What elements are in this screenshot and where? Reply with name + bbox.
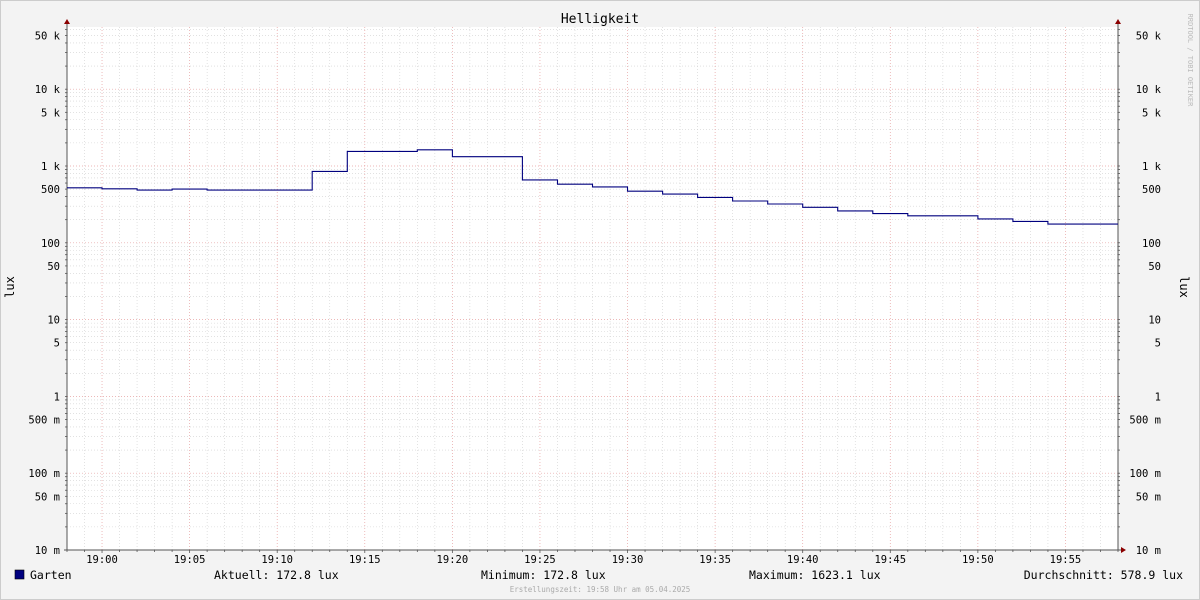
x-tick-label: 19:10	[261, 554, 293, 566]
y-tick-label-right: 500 m	[1129, 415, 1161, 427]
x-tick-label: 19:15	[349, 554, 381, 566]
y-tick-label-right: 50 m	[1136, 491, 1161, 503]
y-tick-label-right: 500	[1142, 184, 1161, 196]
y-tick-label-right: 10 k	[1136, 84, 1162, 96]
legend-swatch	[14, 569, 25, 580]
x-tick-label: 19:45	[874, 554, 906, 566]
x-tick-label: 19:25	[524, 554, 556, 566]
legend-series-name: Garten	[30, 568, 72, 582]
y-tick-label-right: 10	[1148, 315, 1161, 327]
y-tick-label-left: 5 k	[41, 107, 61, 119]
y-tick-label-left: 50 m	[35, 491, 60, 503]
legend-average: Durchschnitt: 578.9 lux	[1024, 568, 1183, 582]
y-axis-label-right: lux	[1177, 276, 1191, 298]
chart-title: Helligkeit	[561, 12, 639, 27]
y-tick-label-left: 500	[41, 184, 60, 196]
y-tick-label-right: 100 m	[1129, 468, 1161, 480]
y-tick-label-left: 5	[54, 338, 60, 350]
x-tick-label: 19:30	[612, 554, 644, 566]
y-tick-label-left: 10 m	[35, 545, 60, 557]
y-tick-label-right: 5	[1155, 338, 1161, 350]
x-tick-label: 19:35	[699, 554, 731, 566]
y-tick-label-right: 5 k	[1142, 107, 1162, 119]
y-tick-label-left: 10	[47, 315, 60, 327]
y-axis-label-left: lux	[3, 276, 17, 298]
y-tick-label-left: 50	[47, 261, 60, 273]
x-tick-label: 19:05	[174, 554, 206, 566]
y-tick-label-right: 50	[1148, 261, 1161, 273]
x-tick-label: 19:00	[86, 554, 118, 566]
y-tick-label-left: 1	[54, 391, 60, 403]
y-tick-label-right: 50 k	[1136, 31, 1162, 43]
x-tick-label: 19:55	[1050, 554, 1082, 566]
brightness-chart: 50 k 10 k 5 k 1 k 500 100 50 10 5 1 500 m 100 m 50 m…	[0, 0, 1200, 600]
y-tick-label-left: 10 k	[35, 84, 61, 96]
x-tick-label: 19:50	[962, 554, 994, 566]
y-tick-label-right: 10 m	[1136, 545, 1161, 557]
y-tick-label-left: 1 k	[41, 161, 61, 173]
x-tick-label: 19:40	[787, 554, 819, 566]
legend-minimum: Minimum: 172.8 lux	[481, 568, 606, 582]
legend-current: Aktuell: 172.8 lux	[214, 568, 339, 582]
minor-grid	[66, 27, 1119, 550]
y-tick-label-right: 1	[1155, 391, 1161, 403]
y-tick-label-left: 50 k	[35, 31, 61, 43]
y-tick-label-left: 100 m	[28, 468, 60, 480]
x-tick-label: 19:20	[437, 554, 469, 566]
y-tick-label-right: 100	[1142, 238, 1161, 250]
generation-time: Erstellungszeit: 19:58 Uhr am 05.04.2025	[510, 585, 691, 594]
rrdtool-watermark: RRDTOOL / TOBI OETIKER	[1186, 14, 1194, 108]
y-tick-label-right: 1 k	[1142, 161, 1162, 173]
y-tick-label-left: 100	[41, 238, 60, 250]
y-tick-label-left: 500 m	[28, 415, 60, 427]
legend-maximum: Maximum: 1623.1 lux	[749, 568, 881, 582]
